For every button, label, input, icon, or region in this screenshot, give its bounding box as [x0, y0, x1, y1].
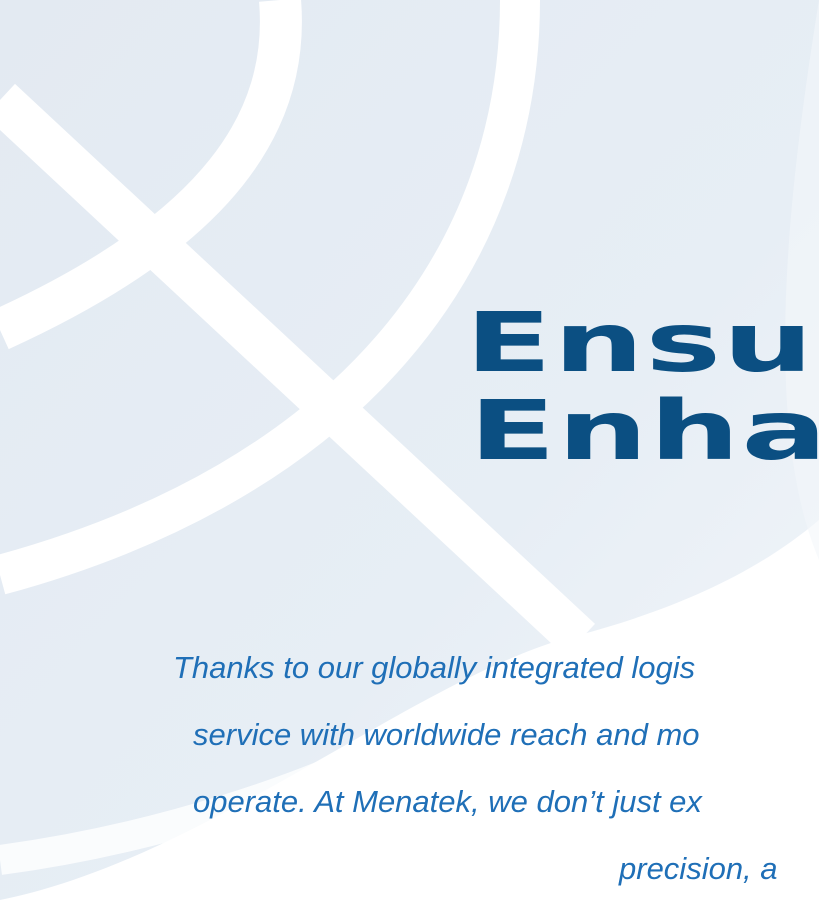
hero-headline: Ensur Enha — [465, 300, 819, 476]
description-line: precision, a — [619, 851, 778, 886]
hero-description: Thanks to our globally integrated logis … — [0, 634, 819, 894]
hero-section: Ensur Enha Thanks to our globally integr… — [0, 0, 819, 907]
headline-line: Ensur — [465, 296, 819, 391]
description-line: service with worldwide reach and mo — [193, 717, 700, 752]
headline-line: Enha — [468, 384, 819, 479]
description-line: operate. At Menatek, we don’t just ex — [193, 784, 702, 819]
description-line: Thanks to our globally integrated logis — [173, 650, 696, 685]
